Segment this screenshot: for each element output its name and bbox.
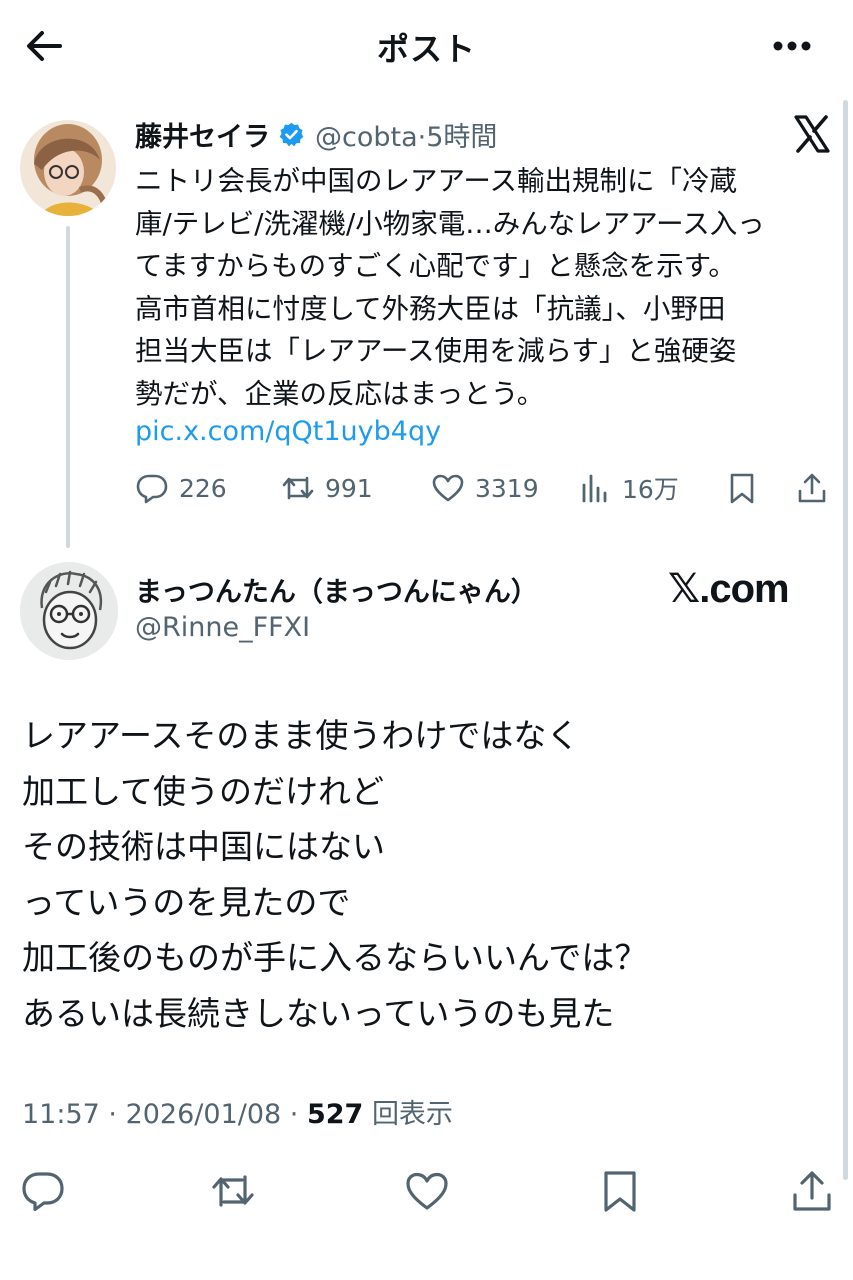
parent-post-header: 藤井セイラ @cobta·5時間 <box>135 114 497 154</box>
x-com-watermark: 𝕏.com <box>668 567 790 611</box>
share-icon <box>793 1171 831 1211</box>
parent-post-link[interactable]: pic.x.com/qQt1uyb4qy <box>135 412 441 452</box>
main-author-handle[interactable]: @Rinne_FFXI <box>135 612 310 643</box>
post-time[interactable]: 11:57 <box>22 1099 100 1130</box>
post-age: 5時間 <box>426 121 498 153</box>
scrollbar[interactable] <box>843 100 848 1180</box>
share-button[interactable] <box>789 1168 835 1214</box>
main-post-actions <box>0 1160 853 1220</box>
reply-button[interactable] <box>20 1168 66 1214</box>
main-author-name[interactable]: まっつんたん（まっつんにゃん） <box>135 570 538 609</box>
bookmark-icon <box>730 473 754 504</box>
separator-dot: · <box>417 121 427 153</box>
handle-text: @cobta <box>315 121 418 153</box>
avatar-illustration-icon <box>20 562 118 660</box>
repost-button[interactable] <box>210 1168 256 1214</box>
reply-count: 226 <box>179 473 227 503</box>
page-title: ポスト <box>376 30 476 68</box>
repost-count: 991 <box>325 473 373 503</box>
post-date[interactable]: 2026/01/08 <box>126 1099 282 1130</box>
parent-post-stats: 226 991 3319 16万 <box>135 466 835 510</box>
view-count: 527 <box>306 1099 364 1130</box>
bookmark-button[interactable] <box>597 1168 643 1214</box>
views-stat[interactable]: 16万 <box>578 466 679 510</box>
repost-stat[interactable]: 991 <box>281 466 373 510</box>
parent-author-handle[interactable]: @cobta·5時間 <box>315 115 497 154</box>
share-button[interactable] <box>795 466 829 510</box>
thread-connector-line <box>66 226 70 548</box>
x-logo-icon <box>792 114 832 154</box>
repost-icon <box>282 476 314 500</box>
meta-separator: · <box>289 1099 307 1130</box>
reply-stat[interactable]: 226 <box>135 466 227 510</box>
like-icon <box>432 474 464 502</box>
bookmark-button[interactable] <box>725 466 759 510</box>
post-metadata: 11:57 · 2026/01/08 · 527 回表示 <box>22 1092 453 1131</box>
like-button[interactable] <box>404 1168 450 1214</box>
like-stat[interactable]: 3319 <box>431 466 539 510</box>
repost-icon <box>212 1175 254 1207</box>
main-post-text: レアアースそのまま使うわけではなく 加工して使うのだけれど その技術は中国にはな… <box>22 716 648 1033</box>
parent-post-text: ニトリ会長が中国のレアアース輸出規制に「冷蔵 庫/テレビ/洗濯機/小物家電…みん… <box>135 165 765 410</box>
main-author-avatar[interactable] <box>20 562 118 660</box>
reply-icon <box>136 474 168 504</box>
view-count-label: 回表示 <box>371 1099 453 1130</box>
top-bar: ポスト <box>0 0 853 90</box>
bookmark-icon <box>604 1171 636 1212</box>
more-options-button[interactable] <box>770 28 814 64</box>
verified-badge-icon <box>279 122 304 146</box>
parent-author-avatar[interactable] <box>20 120 116 216</box>
share-icon <box>798 473 826 503</box>
meta-separator: · <box>108 1099 126 1130</box>
like-count: 3319 <box>475 473 539 503</box>
more-dots-icon <box>773 41 811 51</box>
views-icon <box>582 474 607 503</box>
reply-icon <box>22 1172 64 1212</box>
like-icon <box>406 1172 448 1210</box>
views-count: 16万 <box>622 475 679 504</box>
avatar-photo-icon <box>20 120 116 216</box>
parent-author-name[interactable]: 藤井セイラ <box>135 115 270 154</box>
